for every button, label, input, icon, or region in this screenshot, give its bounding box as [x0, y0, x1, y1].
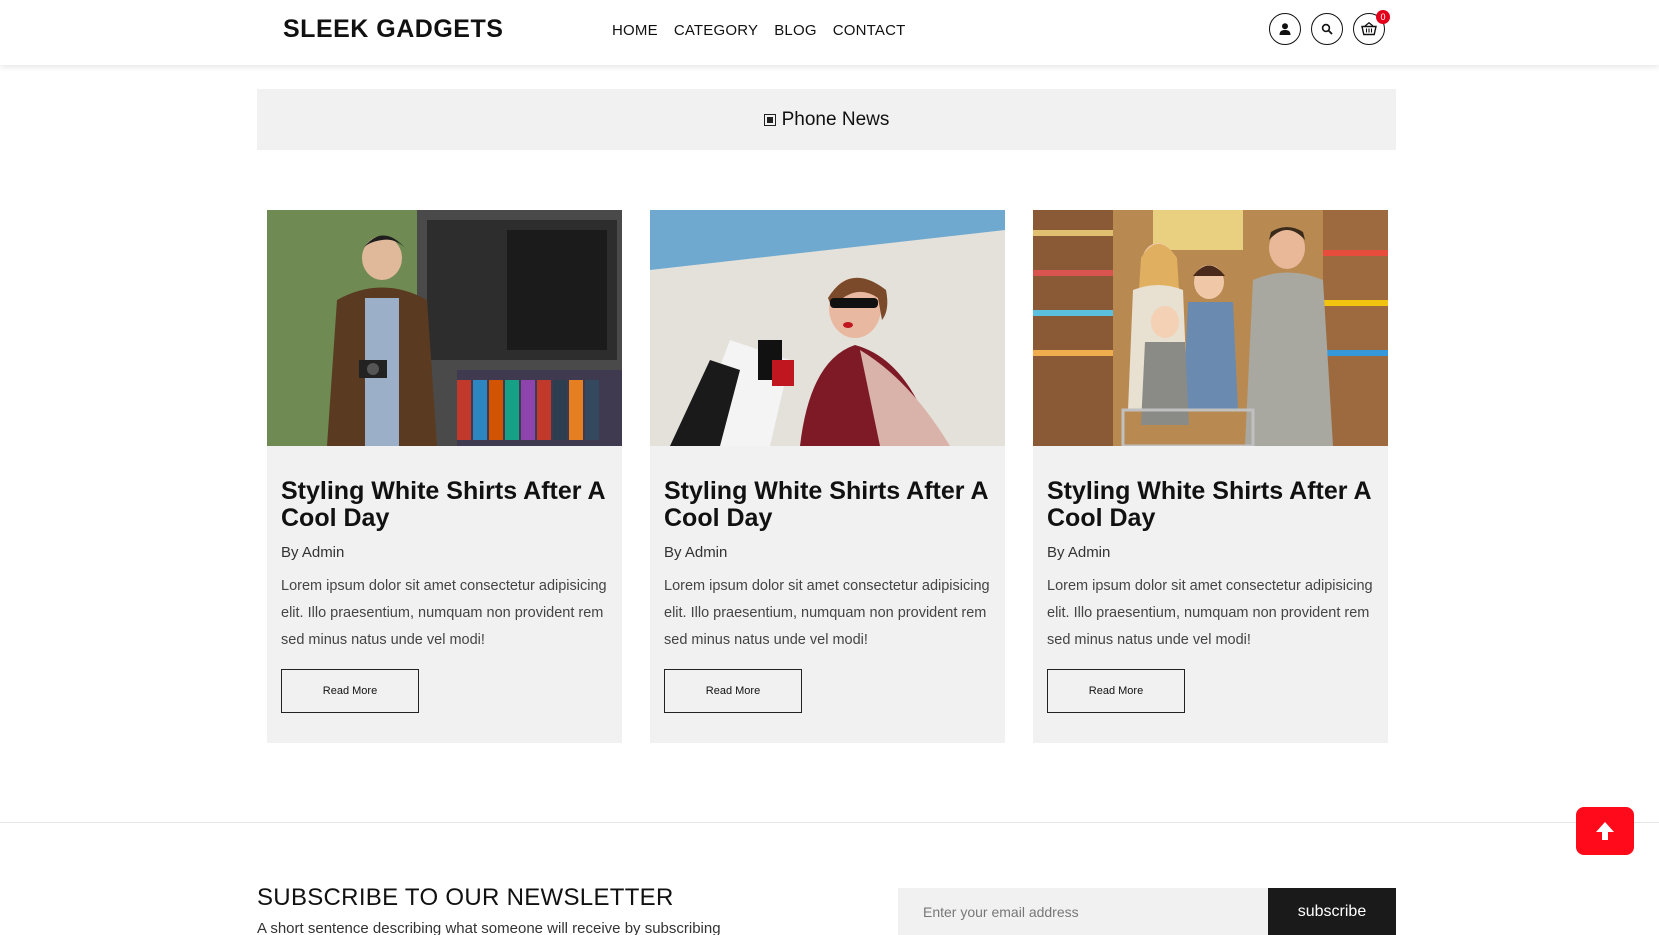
- post-grid: Styling White Shirts After A Cool Day By…: [267, 210, 1388, 743]
- brand-logo[interactable]: SLEEK GADGETS: [283, 15, 503, 44]
- post-author: By Admin: [1047, 544, 1111, 561]
- section-title-bar: Phone News: [257, 89, 1396, 150]
- post-excerpt: Lorem ipsum dolor sit amet consectetur a…: [281, 578, 607, 648]
- cart-icon: [1361, 22, 1377, 36]
- search-button[interactable]: [1311, 13, 1343, 45]
- site-header: SLEEK GADGETS HOME CATEGORY BLOG CONTACT: [0, 0, 1659, 65]
- read-more-button[interactable]: Read More: [664, 669, 802, 713]
- post-excerpt: Lorem ipsum dolor sit amet consectetur a…: [1047, 578, 1373, 648]
- read-more-button[interactable]: Read More: [1047, 669, 1185, 713]
- scroll-top-button[interactable]: [1576, 807, 1634, 855]
- newsletter-subtitle: A short sentence describing what someone…: [257, 920, 721, 935]
- section-title: Phone News: [781, 108, 890, 130]
- cart-count-badge: 0: [1376, 10, 1390, 24]
- post-card: Styling White Shirts After A Cool Day By…: [1033, 210, 1388, 743]
- newsletter-title: SUBSCRIBE TO OUR NEWSLETTER: [257, 884, 674, 911]
- nav-category[interactable]: CATEGORY: [674, 22, 758, 39]
- post-excerpt: Lorem ipsum dolor sit amet consectetur a…: [664, 578, 990, 648]
- nav-contact[interactable]: CONTACT: [833, 22, 906, 39]
- subscribe-button[interactable]: subscribe: [1268, 888, 1396, 935]
- post-image[interactable]: [267, 210, 622, 446]
- email-input[interactable]: [898, 888, 1268, 935]
- nav-blog[interactable]: BLOG: [774, 22, 816, 39]
- post-title[interactable]: Styling White Shirts After A Cool Day: [281, 478, 608, 532]
- account-button[interactable]: [1269, 13, 1301, 45]
- post-body: Styling White Shirts After A Cool Day By…: [1033, 446, 1388, 654]
- search-icon: [1321, 23, 1333, 35]
- post-image[interactable]: [650, 210, 1005, 446]
- square-icon: [763, 113, 776, 126]
- arrow-up-icon: [1596, 822, 1614, 840]
- post-image[interactable]: [1033, 210, 1388, 446]
- nav-home[interactable]: HOME: [612, 22, 658, 39]
- header-icons: 0: [1269, 10, 1390, 45]
- footer-divider: [0, 822, 1659, 823]
- cart-button[interactable]: 0: [1353, 10, 1390, 45]
- post-body: Styling White Shirts After A Cool Day By…: [267, 446, 622, 654]
- post-author: By Admin: [281, 544, 345, 561]
- post-card: Styling White Shirts After A Cool Day By…: [267, 210, 622, 743]
- read-more-button[interactable]: Read More: [281, 669, 419, 713]
- main-nav: HOME CATEGORY BLOG CONTACT: [612, 22, 906, 39]
- post-title[interactable]: Styling White Shirts After A Cool Day: [1047, 478, 1374, 532]
- post-author: By Admin: [664, 544, 728, 561]
- post-body: Styling White Shirts After A Cool Day By…: [650, 446, 1005, 654]
- post-title[interactable]: Styling White Shirts After A Cool Day: [664, 478, 991, 532]
- post-card: Styling White Shirts After A Cool Day By…: [650, 210, 1005, 743]
- user-icon: [1279, 23, 1291, 35]
